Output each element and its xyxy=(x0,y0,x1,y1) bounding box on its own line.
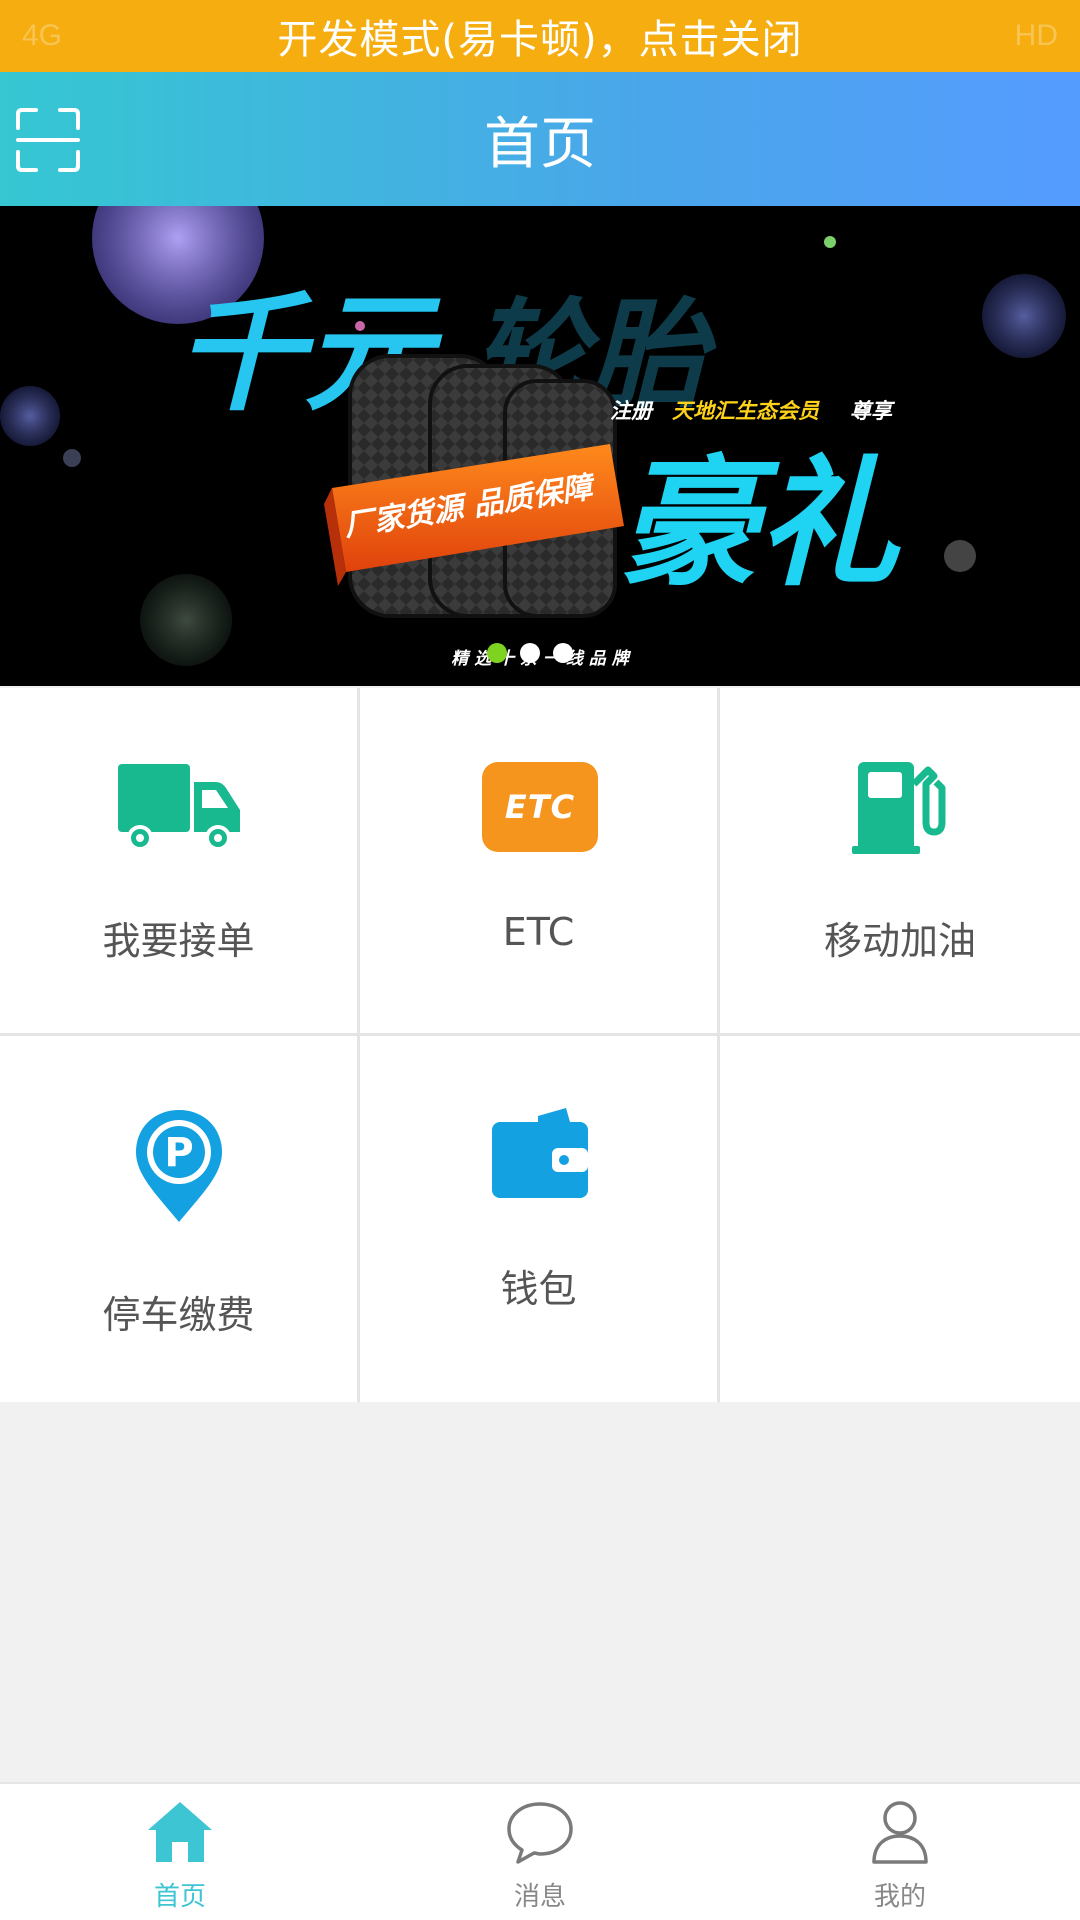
bokeh-light xyxy=(982,274,1066,358)
tab-messages[interactable]: 消息 xyxy=(360,1784,720,1920)
bokeh-light xyxy=(63,449,81,467)
promo-suffix: 尊享 xyxy=(850,399,896,423)
etc-icon: ETC xyxy=(482,762,598,852)
service-label: 钱包 xyxy=(500,1267,577,1311)
page-title: 首页 xyxy=(484,111,596,177)
hd-status: HD xyxy=(1014,19,1058,52)
service-label: 移动加油 xyxy=(823,919,976,963)
etc-badge-text: ETC xyxy=(504,788,576,826)
promo-banner[interactable]: 千元 轮胎 厂家货源 品质保障 注册 天地汇生态会员 尊享 豪礼 精 选 十 余… xyxy=(0,206,1080,686)
tab-label: 消息 xyxy=(513,1882,566,1912)
parking-pin-icon: P xyxy=(136,1110,222,1222)
home-icon xyxy=(148,1802,212,1862)
banner-artwork: 千元 轮胎 厂家货源 品质保障 注册 天地汇生态会员 尊享 豪礼 精 选 十 余… xyxy=(0,206,1066,669)
promo-highlight: 天地汇生态会员 xyxy=(672,399,820,423)
service-label: 停车缴费 xyxy=(102,1293,255,1337)
user-icon xyxy=(872,1801,928,1864)
fuel-pump-icon xyxy=(852,762,946,854)
carousel-dot[interactable] xyxy=(553,643,573,663)
bokeh-light xyxy=(824,236,836,248)
carousel-dot[interactable] xyxy=(520,643,540,663)
top-header: 首页 xyxy=(0,72,1080,206)
service-grid: 我要接单 ETC ETC 移动加油 P 停车缴费 钱包 xyxy=(0,688,1080,1402)
service-take-orders[interactable]: 我要接单 xyxy=(0,688,357,1033)
banner-footer-text: 精 选 十 余 一 线 品 牌 xyxy=(451,649,631,669)
service-etc[interactable]: ETC ETC xyxy=(360,688,717,1033)
dev-mode-banner[interactable]: 4G 开发模式(易卡顿)，点击关闭 HD xyxy=(0,0,1080,72)
service-empty-slot xyxy=(720,1036,1080,1402)
dev-mode-message[interactable]: 开发模式(易卡顿)，点击关闭 xyxy=(277,7,802,65)
parking-badge-text: P xyxy=(164,1130,193,1176)
tab-label: 我的 xyxy=(873,1882,926,1912)
app-screen: 4G 开发模式(易卡顿)，点击关闭 HD 首页 千元 轮胎 厂家货源 品质保障 … xyxy=(0,0,1080,1920)
service-mobile-fuel[interactable]: 移动加油 xyxy=(720,688,1080,1033)
tab-home[interactable]: 首页 xyxy=(0,1784,360,1920)
signal-status: 4G xyxy=(22,19,63,52)
service-parking-payment[interactable]: P 停车缴费 xyxy=(0,1036,357,1402)
carousel-indicator[interactable] xyxy=(487,643,573,663)
headline-c: 豪礼 xyxy=(618,443,901,606)
carousel-dot-active[interactable] xyxy=(487,643,507,663)
tab-label: 首页 xyxy=(153,1882,206,1912)
service-wallet[interactable]: 钱包 xyxy=(360,1036,717,1402)
bokeh-light xyxy=(0,386,60,446)
tab-profile[interactable]: 我的 xyxy=(720,1784,1080,1920)
wallet-icon xyxy=(492,1108,588,1198)
bokeh-light xyxy=(140,574,232,666)
bottom-tab-bar: 首页 消息 我的 xyxy=(0,1782,1080,1920)
chat-bubble-icon xyxy=(507,1802,573,1864)
bokeh-light xyxy=(944,540,976,572)
promo-prefix: 注册 xyxy=(610,399,654,423)
service-label: ETC xyxy=(502,910,575,954)
service-label: 我要接单 xyxy=(102,919,255,963)
truck-icon xyxy=(118,764,240,851)
